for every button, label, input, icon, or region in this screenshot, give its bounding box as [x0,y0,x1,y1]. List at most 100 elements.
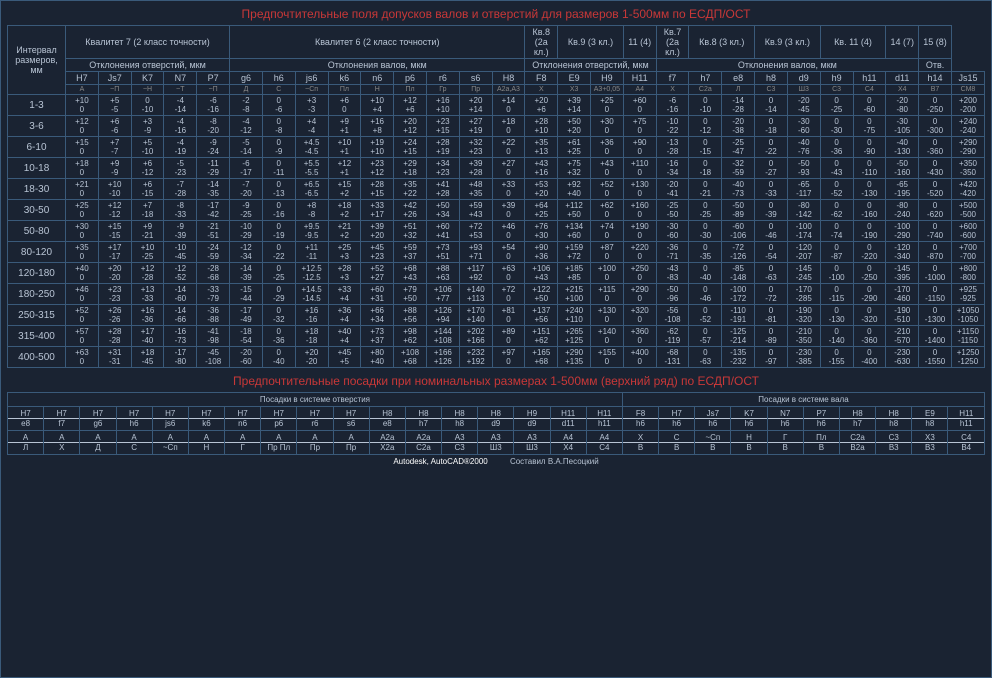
deviation-cell: -24 -59 [197,242,230,263]
deviation-cell: +36 +4 [328,305,361,326]
fit-cell: H7k6 [188,407,224,431]
deviation-cell: -14 -35 [197,179,230,200]
deviation-cell: 0 -54 [755,242,788,263]
col-symbol: h8 [755,72,788,85]
deviation-cell: +25 0 [66,200,99,221]
deviation-cell: +46 0 [492,221,525,242]
deviation-cell: +117 +92 [459,263,492,284]
deviation-cell: -30 -105 [886,116,919,137]
table-row: 3-6+12 0+6 -6+3 -9-4 -16-8 -20-4 -120 -8… [8,116,985,137]
deviation-cell: 0 -25 [689,200,722,221]
deviation-cell: +43 +16 [525,158,558,179]
deviation-cell: 0 -19 [262,221,295,242]
table-row: 30-50+25 0+12 -12+7 -18-8 -33-17 -42-9 -… [8,200,985,221]
deviation-cell: 0 -13 [262,179,295,200]
deviation-cell: +73 +37 [361,326,394,347]
fit-cell: H8h7 [839,407,875,431]
fit-cell: H7h6 [659,407,695,431]
deviation-cell: +64 +25 [525,200,558,221]
deviation-cell: +88 +63 [426,263,459,284]
deviation-cell: +25 0 [591,95,624,116]
deviation-cell: +59 +43 [459,200,492,221]
col-map: Ш3 [787,85,820,95]
deviation-cell: +79 +50 [394,284,427,305]
deviation-cell: +12.5 -12.5 [295,263,328,284]
deviation-cell: 0 -30 [689,221,722,242]
deviation-cell: -30 -60 [656,221,689,242]
deviation-cell: +20 +6 [525,95,558,116]
fit-cell: АД [80,431,116,455]
deviation-cell: -120 -207 [787,242,820,263]
deviation-cell: +3 -9 [131,116,164,137]
deviation-cell: +62 0 [591,200,624,221]
fit-cell: H7s6 [333,407,369,431]
interval-header: Интервал размеров, мм [8,26,66,95]
deviation-cell: 0 -1550 [919,347,952,368]
deviation-cell: 0 -46 [755,221,788,242]
deviation-cell: +130 0 [623,179,656,200]
deviation-cell: +240 +110 [558,305,591,326]
deviation-cell: -125 -214 [722,326,755,347]
qual-6: Квалитет 6 (2 класс точности) [230,26,525,59]
dev-shafts-2: Отклонения валов, мкм [656,59,919,72]
deviation-cell: 0 -430 [919,158,952,179]
interval-cell: 30-50 [8,200,66,221]
deviation-cell: -16 -73 [164,326,197,347]
deviation-cell: +130 0 [591,305,624,326]
col-symbol: h6 [262,72,295,85]
deviation-cell: +42 +26 [394,200,427,221]
deviation-cell: +92 +40 [558,179,591,200]
fit-cell: АГ [225,431,261,455]
deviation-cell: +20 -20 [98,263,131,284]
deviation-cell: -18 -54 [230,326,263,347]
deviation-cell: 0 -33 [755,179,788,200]
deviation-cell: +22 0 [492,137,525,158]
deviation-cell: +600 -600 [951,221,984,242]
deviation-cell: -85 -148 [722,263,755,284]
fit-cell: H11h11 [586,407,622,431]
deviation-cell: 0 -39 [755,200,788,221]
interval-cell: 80-120 [8,242,66,263]
deviation-cell: +12 +6 [394,95,427,116]
col-map: X3 [558,85,591,95]
fit-cell: С2аВ2а [839,431,875,455]
deviation-cell: -14 -60 [164,284,197,305]
deviation-cell: -50 -160 [886,158,919,179]
fit-cell: ХВ [622,431,658,455]
deviation-cell: -230 -630 [886,347,919,368]
fit-cell: А~Сп [152,431,188,455]
deviation-cell: 0 -63 [755,263,788,284]
col-symbol: P7 [197,72,230,85]
deviation-cell: +20 +14 [459,95,492,116]
qual-15: 15 (8) [919,26,952,59]
deviation-cell: -6 -17 [230,158,263,179]
deviation-cell: +6.5 -6.5 [295,179,328,200]
deviation-cell: +925 -925 [951,284,984,305]
deviation-cell: +155 0 [591,347,624,368]
deviation-cell: 0 -400 [853,347,886,368]
deviation-cell: 0 -62 [820,200,853,221]
deviation-cell: +30 0 [66,221,99,242]
deviation-cell: +45 +23 [361,242,394,263]
mapping-row: А~П~Н~Т~ПДС~СпПлНПлГрПрА2а,А3XX3А3+0,05А… [8,85,985,95]
deviation-cell: 0 -57 [689,326,722,347]
deviation-cell: -40 -130 [886,137,919,158]
deviation-cell: +72 +53 [459,221,492,242]
deviation-cell: +39 0 [492,200,525,221]
deviation-cell: +28 +3 [328,263,361,284]
deviation-cell: +5.5 -5.5 [295,158,328,179]
deviation-cell: +28 +19 [426,137,459,158]
fit-cell: H7p6 [261,407,297,431]
col-map: Л [722,85,755,95]
deviation-cell: 0 -130 [820,305,853,326]
deviation-cell: -40 -76 [787,137,820,158]
col-symbol: s6 [459,72,492,85]
col-symbol: H7 [66,72,99,85]
deviation-cell: 0 -22 [262,242,295,263]
fit-cell: F8h6 [622,407,658,431]
deviation-cell: +97 0 [492,347,525,368]
deviation-cell: -15 -44 [230,284,263,305]
col-map: Гр [426,85,459,95]
fit-cell: АН [188,431,224,455]
col-symbol: H11 [623,72,656,85]
